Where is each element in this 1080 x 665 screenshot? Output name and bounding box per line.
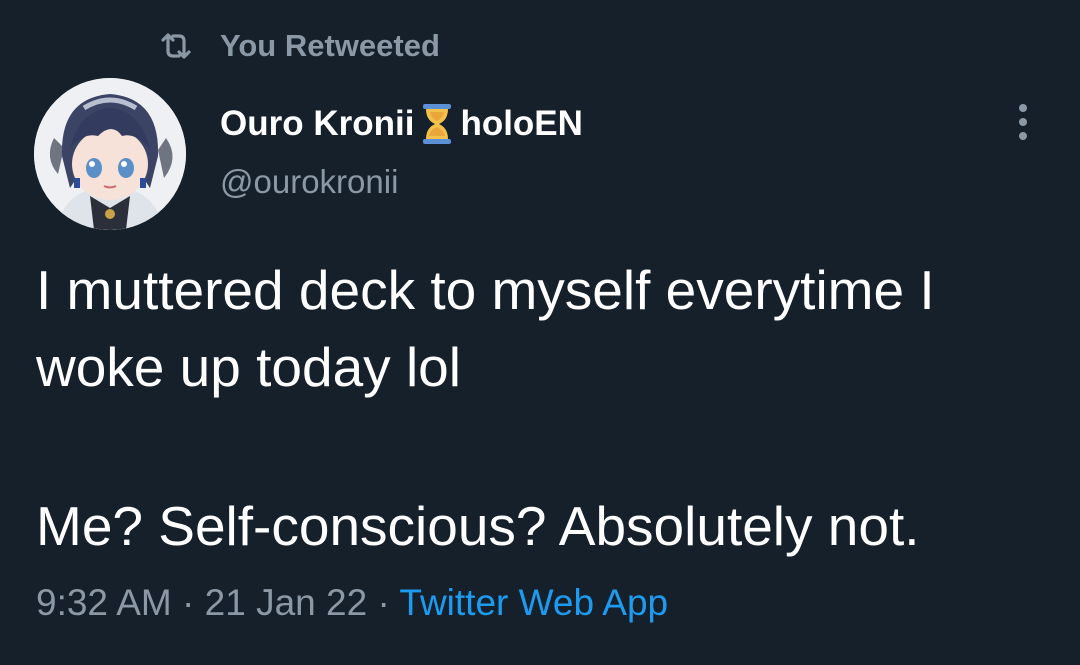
tweet-date[interactable]: 21 Jan 22 [205, 582, 368, 623]
tweet-metadata: 9:32 AM · 21 Jan 22 · Twitter Web App [36, 582, 668, 624]
tweet-source-link[interactable]: Twitter Web App [399, 582, 668, 623]
author-name-suffix: holoEN [460, 104, 583, 143]
more-options-button[interactable] [1006, 102, 1040, 146]
author-name[interactable]: Ouro Kronii holoEN [220, 100, 583, 148]
hourglass-icon [420, 101, 456, 147]
author-handle[interactable]: @ourokronii [220, 163, 398, 201]
retweet-context[interactable]: You Retweeted [156, 26, 440, 66]
tweet-text: I muttered deck to myself everytime I wo… [36, 252, 1056, 565]
tweet-time[interactable]: 9:32 AM [36, 582, 172, 623]
retweet-context-label: You Retweeted [220, 28, 440, 63]
retweet-icon [156, 26, 196, 66]
meta-separator: · [367, 582, 400, 623]
avatar[interactable] [34, 78, 186, 230]
tweet-text-line: woke up today lol [36, 336, 461, 398]
meta-separator: · [171, 582, 205, 623]
author-name-text: Ouro Kronii [220, 104, 415, 143]
tweet-detail: You Retweeted Ouro Kronii holoEN @ourokr… [0, 0, 1080, 665]
tweet-text-line: Me? Self-conscious? Absolutely not. [36, 495, 920, 557]
more-options-icon [1017, 102, 1029, 147]
tweet-text-line: I muttered deck to myself everytime I [36, 259, 935, 321]
